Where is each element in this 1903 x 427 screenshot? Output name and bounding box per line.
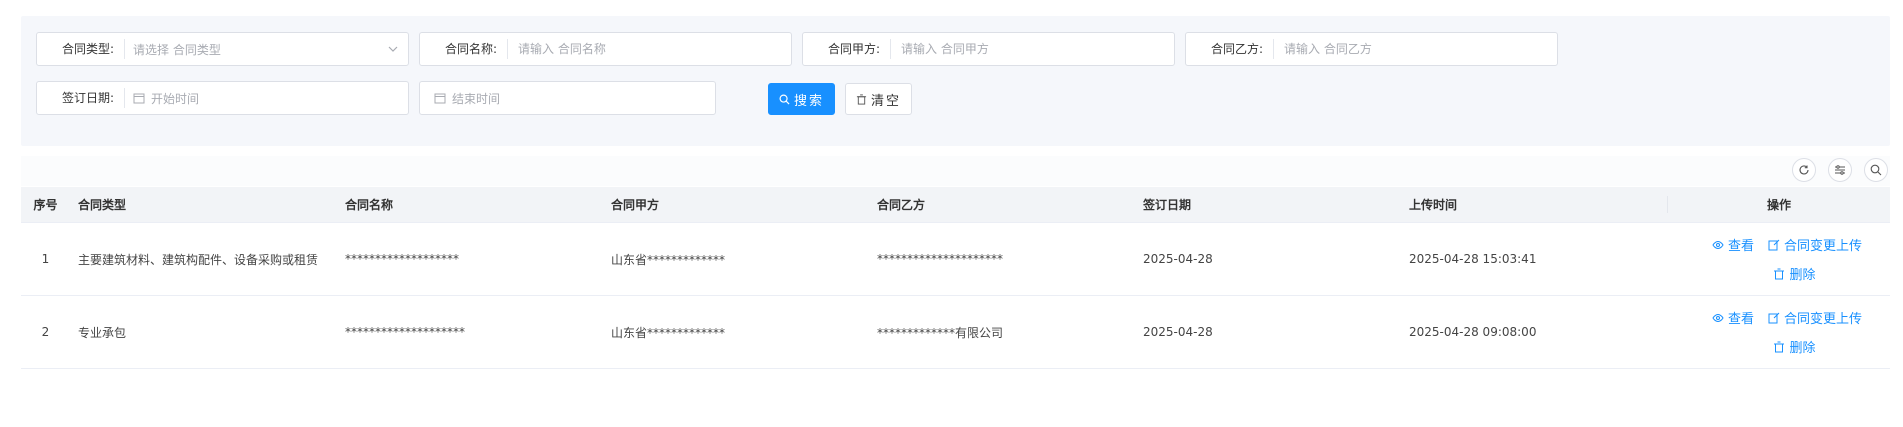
row-ops: 查看 合同变更上传 删除 <box>1667 308 1890 356</box>
row-index: 1 <box>41 252 50 266</box>
contract-table: 序号 合同类型 合同名称 合同甲方 合同乙方 签订日期 上传时间 操作 1 主要… <box>21 187 1890 369</box>
view-link[interactable]: 查看 <box>1712 235 1754 254</box>
clear-button-label: 清空 <box>870 93 901 109</box>
view-label: 查看 <box>1727 239 1754 254</box>
row-type: 主要建筑材料、建筑构配件、设备采购或租赁 <box>78 252 319 267</box>
trash-icon <box>1774 268 1785 279</box>
table-header: 序号 合同类型 合同名称 合同甲方 合同乙方 签订日期 上传时间 操作 <box>21 187 1890 223</box>
view-link[interactable]: 查看 <box>1712 308 1754 327</box>
column-settings-button[interactable] <box>1828 158 1852 182</box>
end-date-picker[interactable]: 结束时间 <box>420 82 715 114</box>
row-party-b: ********************* <box>877 252 1003 266</box>
calendar-icon <box>133 93 145 104</box>
calendar-icon <box>434 93 446 104</box>
header-index: 序号 <box>33 198 58 212</box>
search-toggle-icon <box>1870 164 1882 176</box>
header-party-b: 合同乙方 <box>877 198 926 212</box>
refresh-button[interactable] <box>1792 158 1816 182</box>
row-sign-date: 2025-04-28 <box>1143 325 1213 339</box>
change-upload-label: 合同变更上传 <box>1783 239 1862 254</box>
header-type: 合同类型 <box>78 198 127 212</box>
table-row: 1 主要建筑材料、建筑构配件、设备采购或租赁 *****************… <box>21 223 1890 296</box>
search-icon <box>779 94 790 105</box>
row-ops: 查看 合同变更上传 删除 <box>1667 235 1890 283</box>
row-sign-date: 2025-04-28 <box>1143 252 1213 266</box>
sign-date-label: 签订日期: <box>37 88 125 108</box>
chevron-down-icon[interactable] <box>386 42 400 56</box>
party-b-field[interactable]: 合同乙方: <box>1185 32 1558 66</box>
contract-name-input[interactable] <box>516 41 791 57</box>
eye-icon <box>1712 313 1724 322</box>
contract-type-placeholder: 请选择 合同类型 <box>133 42 221 57</box>
refresh-icon <box>1799 165 1809 175</box>
trash-icon <box>856 93 867 105</box>
end-date-placeholder: 结束时间 <box>452 91 501 106</box>
header-party-a: 合同甲方 <box>611 198 660 212</box>
search-button-label: 搜索 <box>793 93 824 109</box>
view-label: 查看 <box>1727 312 1754 327</box>
row-upload-time: 2025-04-28 09:08:00 <box>1409 325 1537 339</box>
delete-link[interactable]: 删除 <box>1773 264 1816 283</box>
row-name: ******************* <box>345 252 459 266</box>
contract-name-field[interactable]: 合同名称: <box>419 32 792 66</box>
party-b-label: 合同乙方: <box>1186 39 1274 59</box>
delete-label: 删除 <box>1789 268 1816 283</box>
row-party-a: 山东省************* <box>611 325 726 340</box>
change-upload-link[interactable]: 合同变更上传 <box>1768 235 1862 254</box>
row-upload-time: 2025-04-28 15:03:41 <box>1409 252 1537 266</box>
row-index: 2 <box>41 325 50 339</box>
contract-type-field[interactable]: 合同类型: 请选择 合同类型 <box>36 32 409 66</box>
contract-type-label: 合同类型: <box>37 39 125 59</box>
table-toolbar <box>21 156 1890 186</box>
eye-icon <box>1712 240 1724 249</box>
delete-link[interactable]: 删除 <box>1773 337 1816 356</box>
party-a-field[interactable]: 合同甲方: <box>802 32 1175 66</box>
search-button[interactable]: 搜索 <box>768 83 835 115</box>
sign-date-start-field[interactable]: 签订日期: 开始时间 <box>36 81 409 115</box>
contract-type-select[interactable]: 请选择 合同类型 <box>125 33 408 65</box>
clear-button[interactable]: 清空 <box>845 83 912 115</box>
change-upload-link[interactable]: 合同变更上传 <box>1768 308 1862 327</box>
header-ops: 操作 <box>1667 196 1890 213</box>
header-sign-date: 签订日期 <box>1143 198 1192 212</box>
row-type: 专业承包 <box>78 325 127 340</box>
edit-icon <box>1768 239 1780 250</box>
change-upload-label: 合同变更上传 <box>1783 312 1862 327</box>
table-row: 2 专业承包 ******************** 山东省*********… <box>21 296 1890 369</box>
party-b-input[interactable] <box>1282 41 1557 57</box>
start-date-picker[interactable]: 开始时间 <box>125 82 408 114</box>
delete-label: 删除 <box>1789 341 1816 356</box>
trash-icon <box>1774 341 1785 352</box>
contract-name-label: 合同名称: <box>420 39 508 59</box>
party-a-input[interactable] <box>899 41 1174 57</box>
row-party-b: *************有限公司 <box>877 325 1004 340</box>
column-settings-icon <box>1835 165 1845 175</box>
search-toggle-button[interactable] <box>1864 158 1888 182</box>
header-name: 合同名称 <box>345 198 394 212</box>
party-a-label: 合同甲方: <box>803 39 891 59</box>
header-upload-time: 上传时间 <box>1409 198 1458 212</box>
row-party-a: 山东省************* <box>611 252 726 267</box>
edit-icon <box>1768 312 1780 323</box>
sign-date-end-field[interactable]: 结束时间 <box>419 81 716 115</box>
start-date-placeholder: 开始时间 <box>151 91 200 106</box>
row-name: ******************** <box>345 325 465 339</box>
